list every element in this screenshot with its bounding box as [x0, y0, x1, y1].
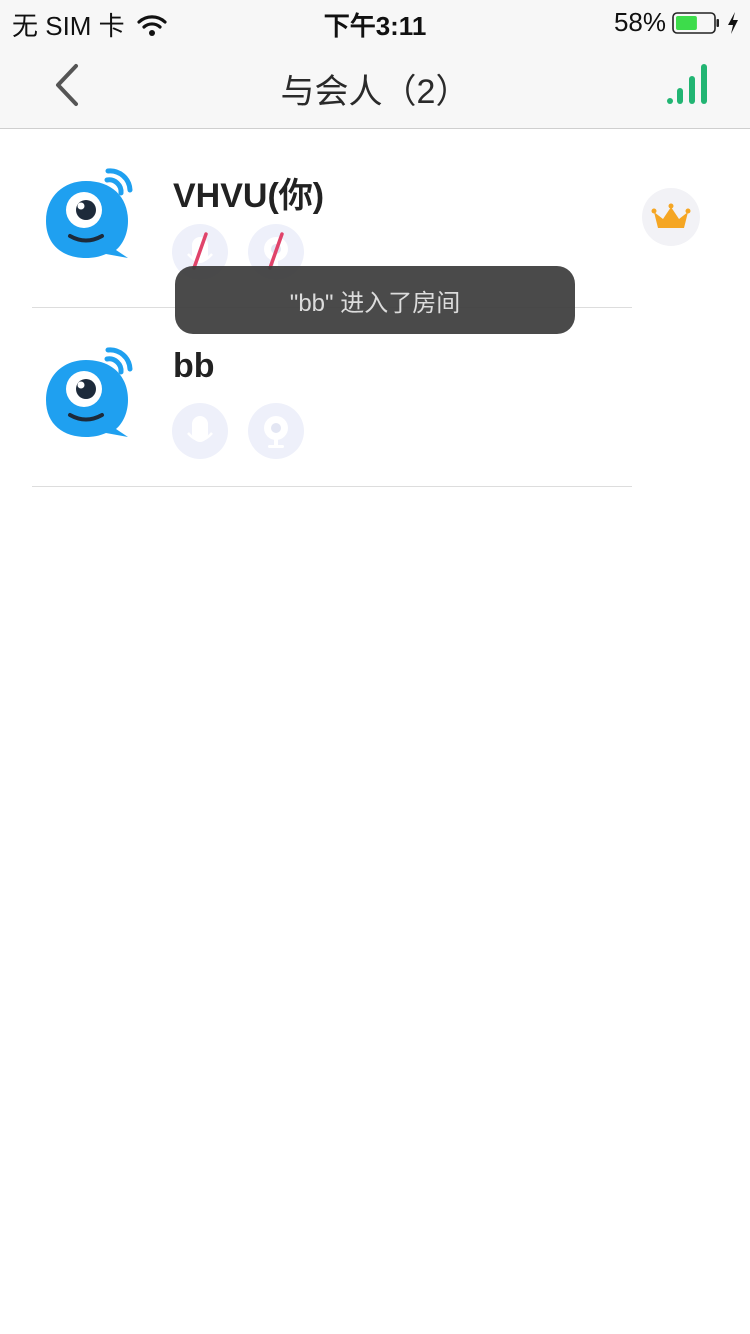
camera-icon: [264, 416, 288, 448]
participant-name: bb: [173, 347, 215, 385]
network-quality-button[interactable]: [662, 60, 714, 110]
nav-bar: 与会人（2）: [0, 40, 750, 129]
toast-message: "bb" 进入了房间: [289, 289, 461, 317]
host-badge: [642, 188, 700, 246]
blue-bubble-avatar-icon: [46, 347, 133, 437]
battery-percent: 58%: [613, 7, 666, 37]
page-title: 与会人（2）: [280, 73, 470, 111]
row-divider: [32, 486, 632, 487]
participant-row[interactable]: bb: [0, 309, 750, 487]
blue-bubble-avatar-icon: [46, 168, 133, 258]
battery-icon: [672, 11, 719, 34]
toast-notification: "bb" 进入了房间: [175, 266, 575, 334]
mic-icon: [187, 416, 213, 442]
participant-name: VHVU(你): [173, 177, 325, 215]
camera-toggle-button[interactable]: [248, 403, 304, 459]
mic-toggle-button[interactable]: [172, 403, 228, 459]
charging-bolt-icon: [728, 11, 738, 34]
signal-bars-icon: [667, 64, 707, 104]
crown-icon: [651, 203, 691, 228]
battery-indicator: 58%: [614, 7, 740, 38]
status-bar: 无 SIM 卡 下午3:11 58%: [0, 0, 750, 41]
